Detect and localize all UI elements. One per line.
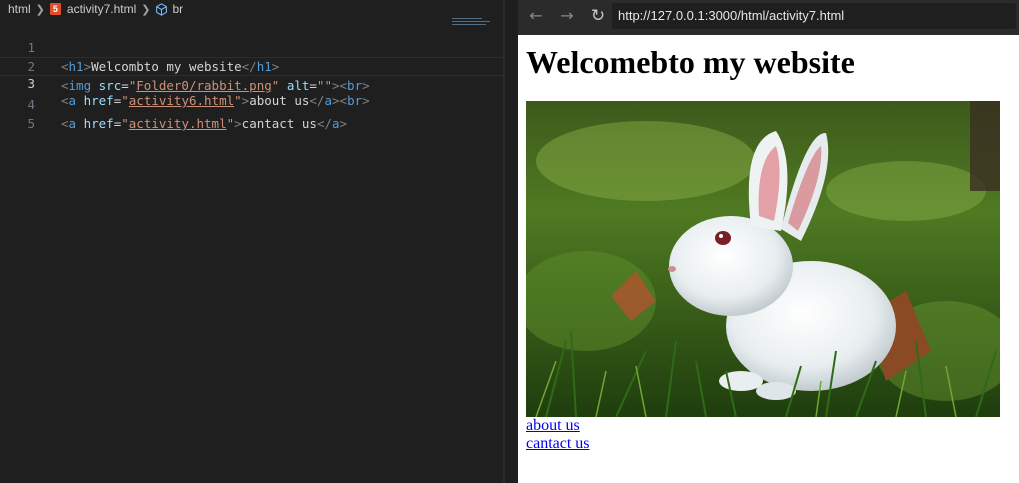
code-line[interactable]: 2 <img src="Folder0/rabbit.png" alt=""><…	[0, 38, 505, 93]
browser-preview: ← → ↻ http://127.0.0.1:3000/html/activit…	[518, 0, 1019, 483]
breadcrumb-file-label: activity7.html	[66, 2, 137, 16]
rabbit-image	[526, 101, 1000, 417]
chevron-right-icon: ❯	[141, 3, 151, 16]
breadcrumb-file[interactable]: 5 activity7.html	[49, 2, 137, 16]
cube-icon	[156, 2, 168, 16]
code-area[interactable]: 1 <h1>Welcombto my website</h1> 2 <img s…	[0, 19, 505, 131]
chevron-right-icon: ❯	[35, 3, 45, 16]
browser-toolbar: ← → ↻ http://127.0.0.1:3000/html/activit…	[518, 0, 1019, 35]
breadcrumb-root[interactable]: html	[8, 2, 31, 16]
html5-file-icon: 5	[49, 3, 61, 15]
code-editor[interactable]: html ❯ 5 activity7.html ❯ br 1 <h1>Welco…	[0, 0, 505, 483]
code-line[interactable]: 4 <a href="activity.html">cantact us</a>	[0, 76, 505, 131]
forward-arrow-icon[interactable]: →	[555, 6, 579, 26]
page-viewport: Welcomebto my website about us cantact u…	[518, 35, 1019, 483]
page-heading: Welcomebto my website	[526, 44, 855, 80]
back-arrow-icon[interactable]: ←	[524, 6, 548, 26]
code-line-current[interactable]: 3 <a href="activity6.html">about us</a><…	[0, 57, 505, 108]
reload-icon[interactable]: ↻	[586, 6, 610, 26]
tag-name: a	[68, 116, 77, 131]
text-content: cantact us	[241, 116, 317, 131]
code-line[interactable]: 1 <h1>Welcombto my website</h1>	[0, 19, 505, 74]
tag-name: a	[332, 116, 340, 131]
breadcrumb-symbol-label: br	[172, 2, 184, 16]
breadcrumb: html ❯ 5 activity7.html ❯ br	[0, 0, 505, 18]
attribute-name: href	[83, 116, 114, 131]
link-contact-us[interactable]: cantact us	[526, 435, 590, 453]
code-text: <a href="activity.html">cantact us</a>	[61, 116, 348, 131]
string-value[interactable]: activity.html	[129, 116, 227, 131]
address-bar[interactable]: http://127.0.0.1:3000/html/activity7.htm…	[612, 3, 1016, 29]
link-about-us[interactable]: about us	[526, 417, 580, 435]
code-line[interactable]: 5	[0, 95, 505, 131]
line-number: 5	[27, 116, 35, 131]
breadcrumb-symbol[interactable]: br	[155, 2, 183, 16]
